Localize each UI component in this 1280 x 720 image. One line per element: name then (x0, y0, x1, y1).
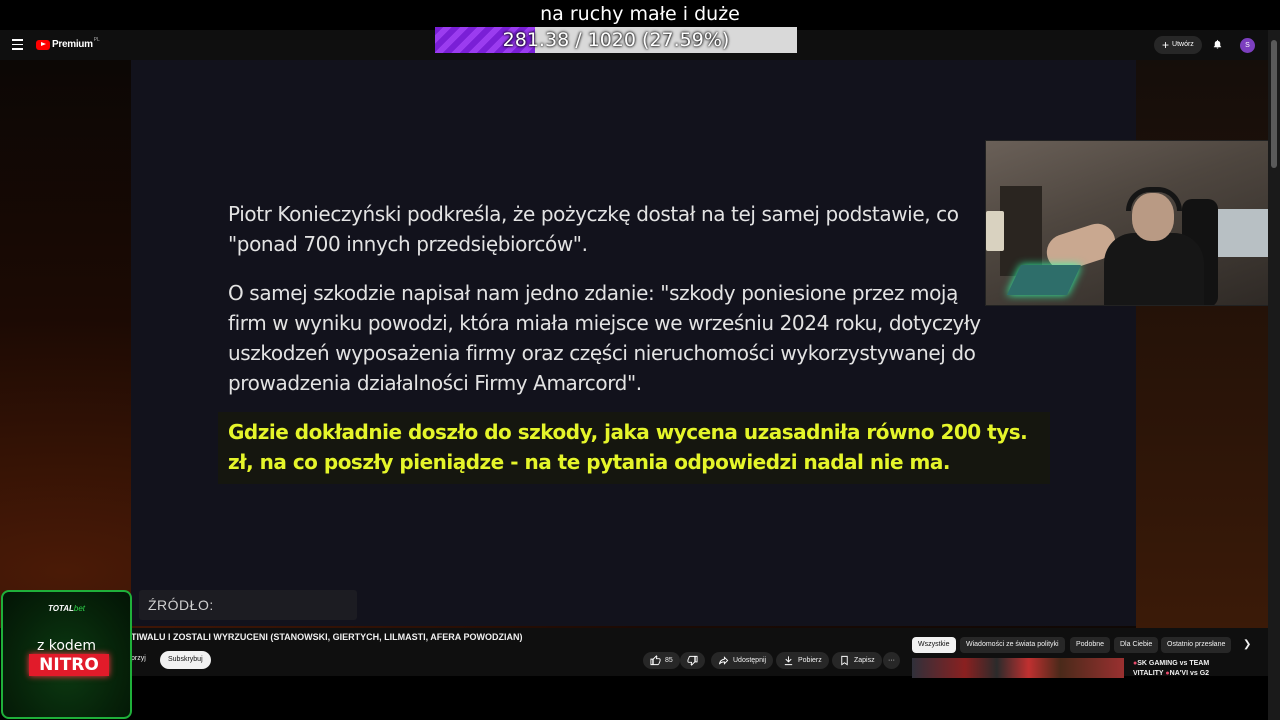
keyboard-icon (1007, 265, 1081, 295)
headset-icon (1126, 187, 1182, 211)
rec-line-3: NA'VI vs G2 (1169, 670, 1210, 677)
download-button[interactable]: Pobierz (776, 652, 829, 669)
sponsor-code: NITRO (29, 654, 109, 676)
thumbs-up-icon (650, 655, 661, 666)
share-icon (718, 655, 729, 666)
webcam-monitor (1218, 209, 1268, 257)
article-highlight: Gdzie dokładnie doszło do szkody, jaka w… (228, 420, 1028, 474)
like-button[interactable]: 85 (643, 652, 680, 669)
stream-goal-title: na ruchy małe i duże (540, 3, 740, 25)
article-paragraph-1: Piotr Konieczyński podkreśla, że pożyczk… (228, 202, 959, 256)
thumbs-down-icon (687, 655, 698, 666)
chip-similar[interactable]: Podobne (1070, 637, 1111, 653)
logo-text: Premium (52, 39, 93, 50)
video-title: TIWALU I ZOSTALI WYRZUCENI (STANOWSKI, G… (131, 632, 523, 642)
sponsor-overlay: TOTALbet z kodem NITRO (1, 590, 132, 719)
recommendation-title[interactable]: ●SK GAMING vs TEAM VITALITY ●NA'VI vs G2 (1133, 659, 1209, 679)
chip-politics-news[interactable]: Wiadomości ze świata polityki (960, 637, 1065, 653)
scrollbar-thumb[interactable] (1271, 40, 1277, 168)
avatar[interactable]: S (1240, 38, 1255, 53)
rec-line-2: VITALITY (1133, 670, 1164, 677)
save-label: Zapisz (854, 657, 875, 664)
plus-icon: + (1162, 38, 1170, 52)
sponsor-brand-b: bet (73, 604, 86, 613)
goal-progress-text: 281.38 / 1020 (27.59%) (502, 29, 730, 51)
chip-for-you[interactable]: Dla Ciebie (1114, 637, 1159, 653)
dislike-button[interactable] (680, 652, 705, 669)
download-icon (783, 655, 794, 666)
goal-progress-bar: 281.38 / 1020 (27.59%) (435, 27, 797, 53)
bell-icon[interactable] (1212, 38, 1223, 50)
sponsor-brand-a: TOTAL (47, 604, 74, 613)
subscribe-button[interactable]: Subskrybuj (160, 651, 211, 669)
logo-region: PL (93, 36, 100, 43)
webcam-overlay (985, 140, 1280, 306)
share-label: Udostępnij (733, 657, 767, 664)
save-button[interactable]: Zapisz (832, 652, 882, 669)
chip-all[interactable]: Wszystkie (912, 637, 956, 653)
chevron-right-icon[interactable]: ❯ (1243, 639, 1251, 650)
more-actions-button[interactable]: ··· (883, 652, 900, 669)
download-label: Pobierz (798, 657, 822, 664)
rec-line-1: SK GAMING vs TEAM (1137, 660, 1210, 667)
webcam-shelf (1000, 186, 1042, 276)
bookmark-icon (839, 655, 850, 666)
webcam-person-body (1104, 233, 1204, 305)
sponsor-logo: TOTALbet (3, 604, 130, 613)
article-paragraph-2: O samej szkodzie napisał nam jedno zdani… (228, 281, 981, 395)
youtube-premium-logo[interactable]: Premium PL (36, 36, 100, 50)
menu-icon[interactable] (12, 39, 23, 50)
page-scrollbar[interactable] (1268, 30, 1280, 720)
like-count: 85 (665, 657, 673, 664)
recommendation-thumbnail[interactable] (912, 658, 1124, 678)
create-label: Utwórz (1172, 41, 1194, 48)
channel-name[interactable]: przyj (131, 655, 146, 662)
youtube-logo-icon (36, 39, 50, 50)
share-button[interactable]: Udostępnij (711, 652, 774, 669)
source-label: ŹRÓDŁO: WIADOMOSC.WP.PL (139, 590, 357, 643)
sponsor-code-text: z kodem (36, 638, 97, 654)
webcam-cup (986, 211, 1004, 251)
create-button[interactable]: + Utwórz (1154, 36, 1202, 54)
chip-recently-uploaded[interactable]: Ostatnio przesłane (1161, 637, 1232, 653)
